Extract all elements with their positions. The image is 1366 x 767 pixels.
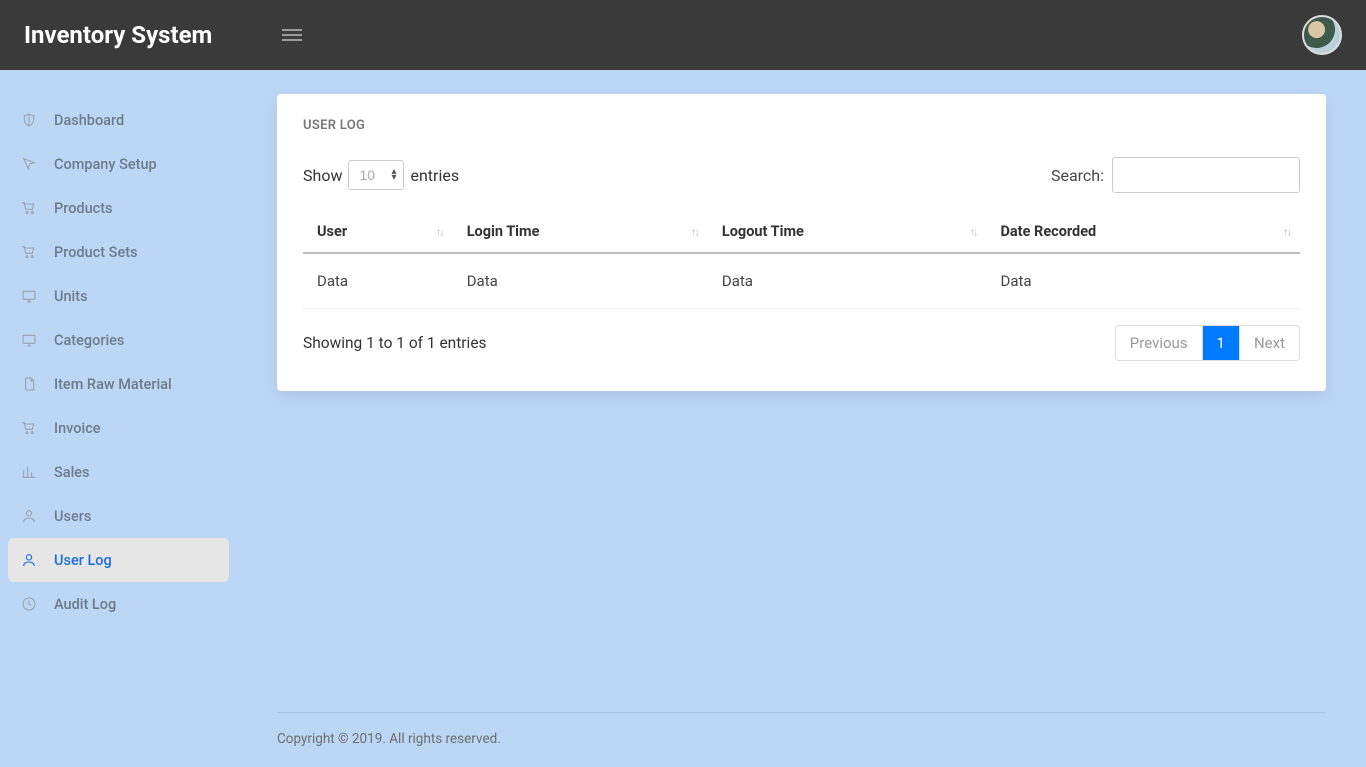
sidebar: Dashboard Company Setup Products Product Se… [0, 70, 237, 767]
pagination: Previous 1 Next [1115, 325, 1300, 361]
sidebar-item-label: Sales [54, 464, 90, 481]
sort-icon: ↑↓ [1283, 225, 1290, 238]
sidebar-item-item-raw-material[interactable]: Item Raw Material [8, 362, 229, 406]
pagination-prev[interactable]: Previous [1116, 326, 1202, 360]
column-header-label: Date Recorded [1001, 223, 1097, 240]
pagination-next[interactable]: Next [1239, 326, 1299, 360]
sidebar-item-company-setup[interactable]: Company Setup [8, 142, 229, 186]
table-row: DataDataDataData [303, 253, 1300, 309]
show-label-post: entries [410, 166, 459, 185]
sidebar-item-product-sets[interactable]: Product Sets [8, 230, 229, 274]
sidebar-item-sales[interactable]: Sales [8, 450, 229, 494]
sidebar-item-categories[interactable]: Categories [8, 318, 229, 362]
sidebar-item-dashboard[interactable]: Dashboard [8, 98, 229, 142]
sidebar-item-label: Invoice [54, 420, 101, 437]
column-header-label: User [317, 223, 347, 240]
column-header-label: Login Time [467, 223, 540, 240]
table-info: Showing 1 to 1 of 1 entries [303, 334, 487, 352]
entries-length-control: Show 10 ▴▾ entries [303, 160, 459, 190]
table-cell: Data [303, 253, 453, 309]
pagination-page-1[interactable]: 1 [1202, 326, 1239, 360]
user-log-table: User↑↓Login Time↑↓Logout Time↑↓Date Reco… [303, 211, 1300, 309]
sidebar-item-label: Company Setup [54, 156, 157, 173]
clock-icon [20, 595, 38, 613]
show-label-pre: Show [303, 166, 342, 185]
topbar: Inventory System [0, 0, 1366, 70]
cart-icon [20, 419, 38, 437]
sort-icon: ↑↓ [436, 225, 443, 238]
sidebar-item-label: Units [54, 288, 88, 305]
menu-toggle-icon[interactable] [282, 29, 302, 41]
sort-icon: ↑↓ [691, 225, 698, 238]
sidebar-item-products[interactable]: Products [8, 186, 229, 230]
user-log-card: USER LOG Show 10 ▴▾ entries Search: [277, 94, 1326, 391]
file-icon [20, 375, 38, 393]
column-header[interactable]: Logout Time ↑↓ [708, 211, 987, 253]
sidebar-item-label: Item Raw Material [54, 376, 172, 393]
sidebar-item-label: User Log [54, 552, 112, 569]
main-content: USER LOG Show 10 ▴▾ entries Search: [237, 70, 1366, 767]
brand-title: Inventory System [24, 21, 212, 49]
sidebar-item-user-log[interactable]: User Log [8, 538, 229, 582]
sidebar-item-label: Product Sets [54, 244, 138, 261]
monitor-icon [20, 331, 38, 349]
sidebar-item-label: Products [54, 200, 113, 217]
sidebar-item-invoice[interactable]: Invoice [8, 406, 229, 450]
entries-select[interactable]: 10 [348, 160, 404, 190]
monitor-icon [20, 287, 38, 305]
cart-icon [20, 243, 38, 261]
search-label: Search: [1051, 166, 1104, 185]
footer-text: Copyright © 2019. All rights reserved. [277, 731, 501, 747]
cursor-icon [20, 155, 38, 173]
column-header-label: Logout Time [722, 223, 804, 240]
avatar[interactable] [1302, 15, 1342, 55]
sidebar-item-label: Categories [54, 332, 124, 349]
card-title: USER LOG [303, 118, 1300, 133]
sidebar-item-label: Audit Log [54, 596, 116, 613]
shield-icon [20, 111, 38, 129]
table-cell: Data [453, 253, 708, 309]
user-icon [20, 507, 38, 525]
table-cell: Data [708, 253, 987, 309]
sidebar-item-label: Users [54, 508, 91, 525]
sidebar-item-audit-log[interactable]: Audit Log [8, 582, 229, 626]
column-header[interactable]: User ↑↓ [303, 211, 453, 253]
footer: Copyright © 2019. All rights reserved. [277, 712, 1326, 747]
sidebar-item-units[interactable]: Units [8, 274, 229, 318]
search-input[interactable] [1112, 157, 1300, 193]
cart-icon [20, 199, 38, 217]
sort-icon: ↑↓ [970, 225, 977, 238]
table-cell: Data [987, 253, 1301, 309]
sidebar-item-users[interactable]: Users [8, 494, 229, 538]
bars-icon [20, 463, 38, 481]
sidebar-item-label: Dashboard [54, 112, 124, 129]
column-header[interactable]: Login Time ↑↓ [453, 211, 708, 253]
user-icon [20, 551, 38, 569]
column-header[interactable]: Date Recorded ↑↓ [987, 211, 1301, 253]
